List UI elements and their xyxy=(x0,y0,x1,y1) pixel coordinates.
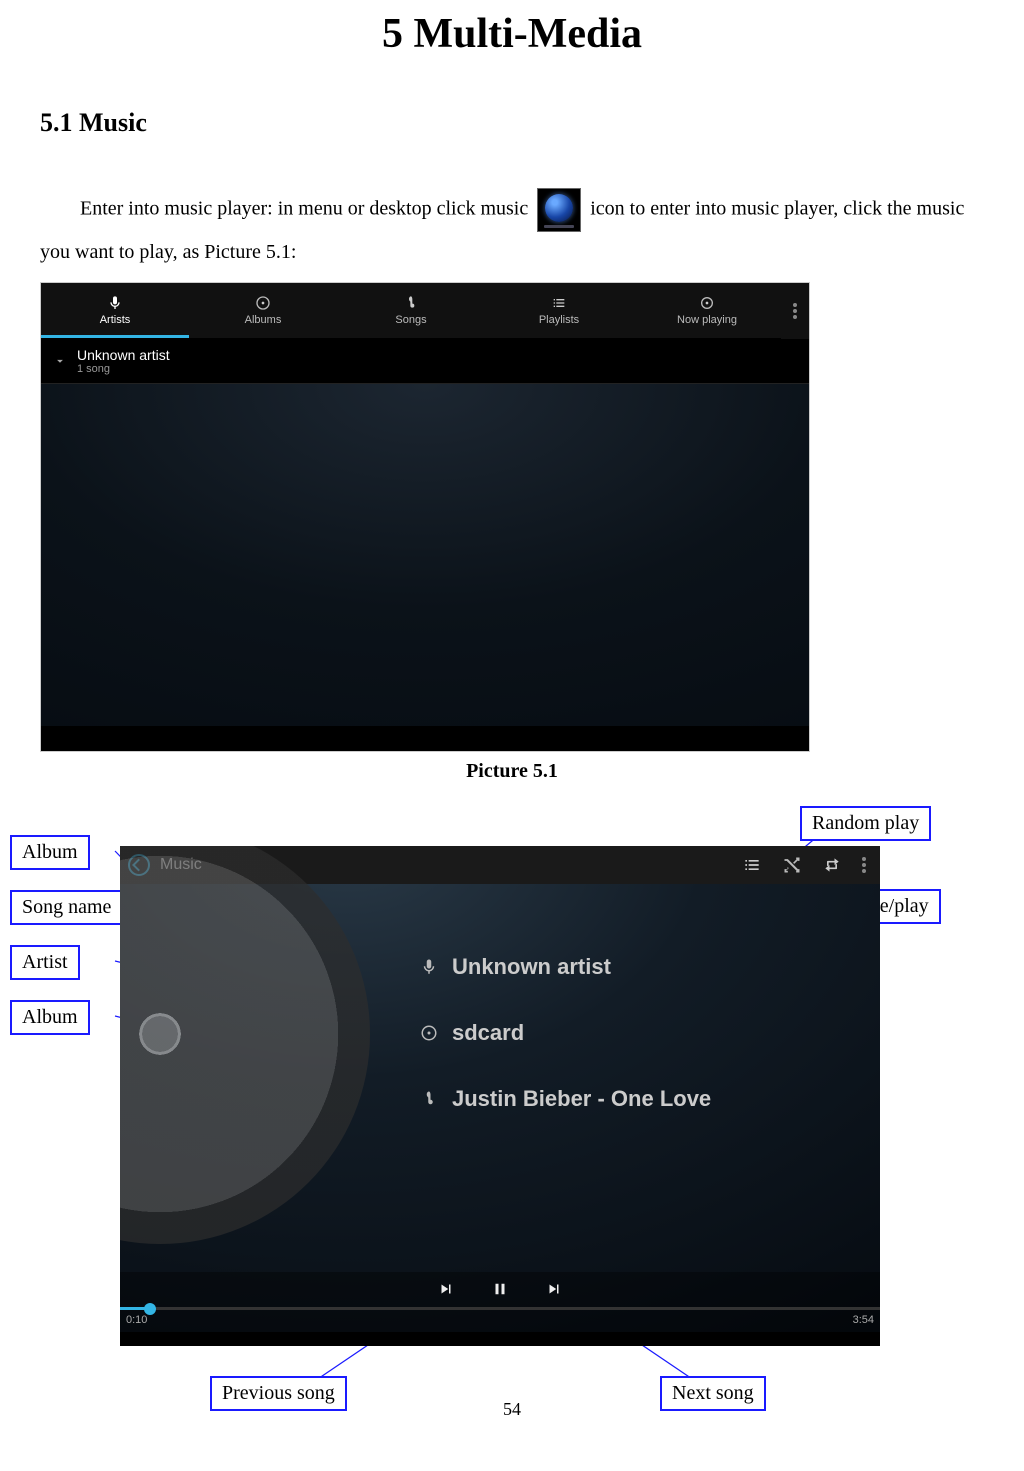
music-app-icon xyxy=(537,188,581,232)
annotation-label-next-song: Next song xyxy=(660,1376,766,1411)
tab-artists-label: Artists xyxy=(100,314,131,326)
now-playing-song: Justin Bieber - One Love xyxy=(452,1086,711,1112)
intro-text-before: Enter into music player: in menu or desk… xyxy=(80,198,528,220)
chevron-down-icon xyxy=(53,354,67,368)
annotation-label-song-name: Song name xyxy=(10,890,123,925)
now-playing-song-row: Justin Bieber - One Love xyxy=(420,1086,711,1112)
now-playing-icon xyxy=(699,295,715,311)
shuffle-icon[interactable] xyxy=(782,855,802,875)
next-button[interactable] xyxy=(545,1280,563,1298)
time-total: 3:54 xyxy=(853,1314,874,1326)
annotation-label-artist: Artist xyxy=(10,945,80,980)
overflow-menu-button[interactable] xyxy=(862,857,866,873)
microphone-icon xyxy=(420,958,438,976)
previous-button[interactable] xyxy=(437,1280,455,1298)
overflow-menu-button[interactable] xyxy=(781,283,809,339)
annotation-label-album: Album xyxy=(10,1000,90,1035)
pause-play-button[interactable] xyxy=(491,1280,509,1298)
artist-song-count: 1 song xyxy=(77,363,170,375)
now-playing-artist-row: Unknown artist xyxy=(420,954,711,980)
disc-icon xyxy=(255,295,271,311)
time-elapsed: 0:10 xyxy=(126,1314,147,1326)
annotation-label-album-art: Album xyxy=(10,835,90,870)
now-playing-artist: Unknown artist xyxy=(452,954,611,980)
tab-songs-label: Songs xyxy=(395,314,426,326)
annotated-figure: Album Song name Artist Album Random play… xyxy=(0,801,1024,1421)
tab-now-playing[interactable]: Now playing xyxy=(633,283,781,338)
chapter-title: 5 Multi-Media xyxy=(40,0,984,58)
treble-clef-icon xyxy=(420,1090,438,1108)
screenshot-now-playing: Music Unknown artist sdcard xyxy=(120,846,880,1346)
tab-artists[interactable]: Artists xyxy=(41,283,189,338)
tab-now-playing-label: Now playing xyxy=(677,314,737,326)
now-playing-album: sdcard xyxy=(452,1020,524,1046)
tab-songs[interactable]: Songs xyxy=(337,283,485,338)
tab-albums[interactable]: Albums xyxy=(189,283,337,338)
repeat-icon[interactable] xyxy=(822,855,842,875)
annotation-label-previous-song: Previous song xyxy=(210,1376,347,1411)
tab-playlists[interactable]: Playlists xyxy=(485,283,633,338)
figure-caption-1: Picture 5.1 xyxy=(40,760,984,783)
screenshot-music-library: Artists Albums Songs Playlists Now playi… xyxy=(40,282,810,752)
now-playing-album-row: sdcard xyxy=(420,1020,711,1046)
annotation-label-random-play: Random play xyxy=(800,806,931,841)
treble-clef-icon xyxy=(403,295,419,311)
library-empty-area xyxy=(41,384,809,726)
intro-paragraph: Enter into music player: in menu or desk… xyxy=(40,188,984,272)
progress-bar[interactable] xyxy=(120,1307,880,1310)
artist-name: Unknown artist xyxy=(77,347,170,363)
vertical-dots-icon xyxy=(793,303,797,319)
nav-bar xyxy=(120,1332,880,1346)
tab-albums-label: Albums xyxy=(245,314,282,326)
tab-playlists-label: Playlists xyxy=(539,314,579,326)
album-art xyxy=(120,846,370,1244)
microphone-icon xyxy=(107,295,123,311)
disc-icon xyxy=(420,1024,438,1042)
queue-icon[interactable] xyxy=(742,855,762,875)
section-title: 5.1 Music xyxy=(40,108,984,138)
nav-bar xyxy=(41,726,809,744)
artist-row[interactable]: Unknown artist 1 song xyxy=(41,339,809,384)
list-icon xyxy=(551,295,567,311)
